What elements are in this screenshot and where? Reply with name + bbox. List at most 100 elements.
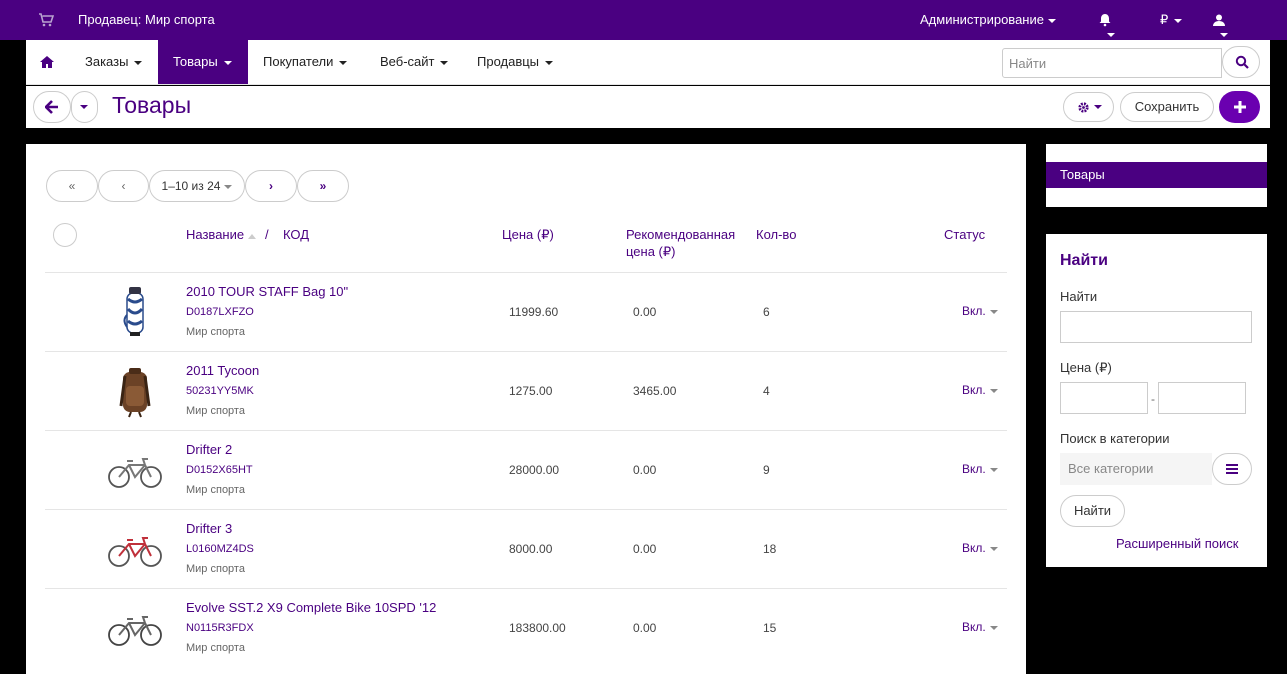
nav-customers-label: Покупатели [263,54,334,69]
sidebar-item-products[interactable]: Товары [1046,162,1267,188]
product-name-link[interactable]: Drifter 2 [186,442,232,457]
pager-range-dropdown[interactable]: 1–10 из 24 [149,170,245,202]
table-row[interactable]: 2010 TOUR STAFF Bag 10" D0187LXFZO Мир с… [45,272,1007,351]
search-panel-title: Найти [1060,252,1108,269]
status-dropdown[interactable]: Вкл. [962,462,998,476]
product-vendor: Мир спорта [186,326,245,338]
product-code: L0160MZ4DS [186,543,254,555]
chevron-down-icon [1047,18,1056,23]
price-value: 8000.00 [509,542,553,556]
price-to-input[interactable] [1158,382,1246,414]
product-name-link[interactable]: 2010 TOUR STAFF Bag 10" [186,284,348,299]
sort-asc-icon [247,233,256,239]
search-input[interactable] [1002,48,1222,78]
status-dropdown[interactable]: Вкл. [962,541,998,555]
status-dropdown[interactable]: Вкл. [962,383,998,397]
pager-next-button[interactable]: › [245,170,297,202]
currency-menu[interactable]: ₽ [1160,12,1183,28]
rec-price-value: 3465.00 [633,384,677,398]
pager-first-button[interactable]: « [46,170,98,202]
nav-products-label: Товары [173,54,218,69]
chevron-down-icon [989,467,998,472]
nav-products[interactable]: Товары [158,40,248,84]
chevron-down-icon [224,184,233,189]
chevron-down-icon [989,388,998,393]
header-separator: / [265,227,269,242]
nav-orders[interactable]: Заказы [70,40,157,84]
table-row[interactable]: Drifter 2 D0152X65HT Мир спорта 28000.00… [45,430,1007,509]
search-button[interactable] [1222,46,1260,78]
rec-price-header-line1: Рекомендованная [626,227,736,242]
chevron-down-icon [134,60,143,65]
product-name-link[interactable]: 2011 Tycoon [186,363,259,378]
nav-vendors-label: Продавцы [477,54,540,69]
advanced-search-link[interactable]: Расширенный поиск [1116,536,1238,551]
table-row[interactable]: Drifter 3 L0160MZ4DS Мир спорта 8000.00 … [45,509,1007,588]
chevron-down-icon [440,60,449,65]
admin-menu[interactable]: Администрирование [920,12,1056,27]
name-header-label: Название [186,227,245,242]
nav-website[interactable]: Веб-сайт [365,40,463,84]
sort-by-name-header[interactable]: Название [186,227,256,242]
status-label: Вкл. [962,541,986,555]
chevron-down-icon [1094,105,1102,109]
nav-vendors[interactable]: Продавцы [462,40,568,84]
arrow-left-icon [45,100,58,114]
pager-prev-button[interactable]: ‹ [98,170,149,202]
category-label: Поиск в категории [1060,431,1170,446]
vendor-name[interactable]: Продавец: Мир спорта [78,12,215,27]
chevron-down-icon [1174,18,1183,23]
product-vendor: Мир спорта [186,405,245,417]
user-menu[interactable] [1212,11,1230,38]
sort-by-qty-header[interactable]: Кол-во [756,227,796,242]
plus-icon [1234,101,1246,113]
select-all-checkbox[interactable] [53,223,77,247]
status-label: Вкл. [962,462,986,476]
notifications-menu[interactable] [1098,11,1116,38]
name-search-input[interactable] [1060,311,1252,343]
sort-by-rec-price-header[interactable]: Рекомендованная цена (₽) [626,227,735,262]
status-label: Вкл. [962,304,986,318]
product-vendor: Мир спорта [186,484,245,496]
currency-label: ₽ [1160,12,1169,27]
product-name-link[interactable]: Evolve SST.2 X9 Complete Bike 10SPD '12 [186,600,436,615]
price-value: 183800.00 [509,621,566,635]
sort-by-price-header[interactable]: Цена (₽) [502,227,554,243]
user-icon [1213,14,1225,26]
search-panel: Найти Найти Цена (₽) - Поиск в категории… [1046,234,1267,567]
save-button[interactable]: Сохранить [1120,92,1214,122]
find-button[interactable]: Найти [1060,495,1125,527]
pager-last-button[interactable]: » [297,170,349,202]
back-button[interactable] [33,91,71,123]
chevron-down-icon [339,60,348,65]
price-from-input[interactable] [1060,382,1148,414]
rec-price-value: 0.00 [633,463,657,477]
rec-price-value: 0.00 [633,305,657,319]
rec-price-header-line2: цена (₽) [626,244,676,259]
status-label: Вкл. [962,383,986,397]
cart-icon[interactable] [38,12,54,28]
sort-by-code-header[interactable]: КОД [283,227,309,242]
status-dropdown[interactable]: Вкл. [962,304,998,318]
pager-range-label: 1–10 из 24 [161,179,221,193]
home-icon[interactable] [39,54,55,70]
table-row[interactable]: 2011 Tycoon 50231YY5MK Мир спорта 1275.0… [45,351,1007,430]
settings-dropdown-button[interactable] [1063,92,1114,122]
price-value: 28000.00 [509,463,560,477]
price-label: Цена (₽) [1060,360,1112,375]
qty-value: 6 [763,305,770,319]
nav-customers[interactable]: Покупатели [248,40,362,84]
category-picker-button[interactable] [1212,453,1252,485]
qty-value: 9 [763,463,770,477]
category-field[interactable]: Все категории [1060,453,1212,485]
chevron-down-icon [545,60,554,65]
product-name-link[interactable]: Drifter 3 [186,521,232,536]
status-dropdown[interactable]: Вкл. [962,620,998,634]
history-dropdown-button[interactable] [71,91,98,123]
add-product-button[interactable] [1219,91,1260,123]
rec-price-value: 0.00 [633,621,657,635]
sort-by-status-header[interactable]: Статус [944,227,985,242]
nav-website-label: Веб-сайт [380,54,435,69]
table-row[interactable]: Evolve SST.2 X9 Complete Bike 10SPD '12 … [45,588,1007,667]
product-code: N0115R3FDX [186,622,254,634]
